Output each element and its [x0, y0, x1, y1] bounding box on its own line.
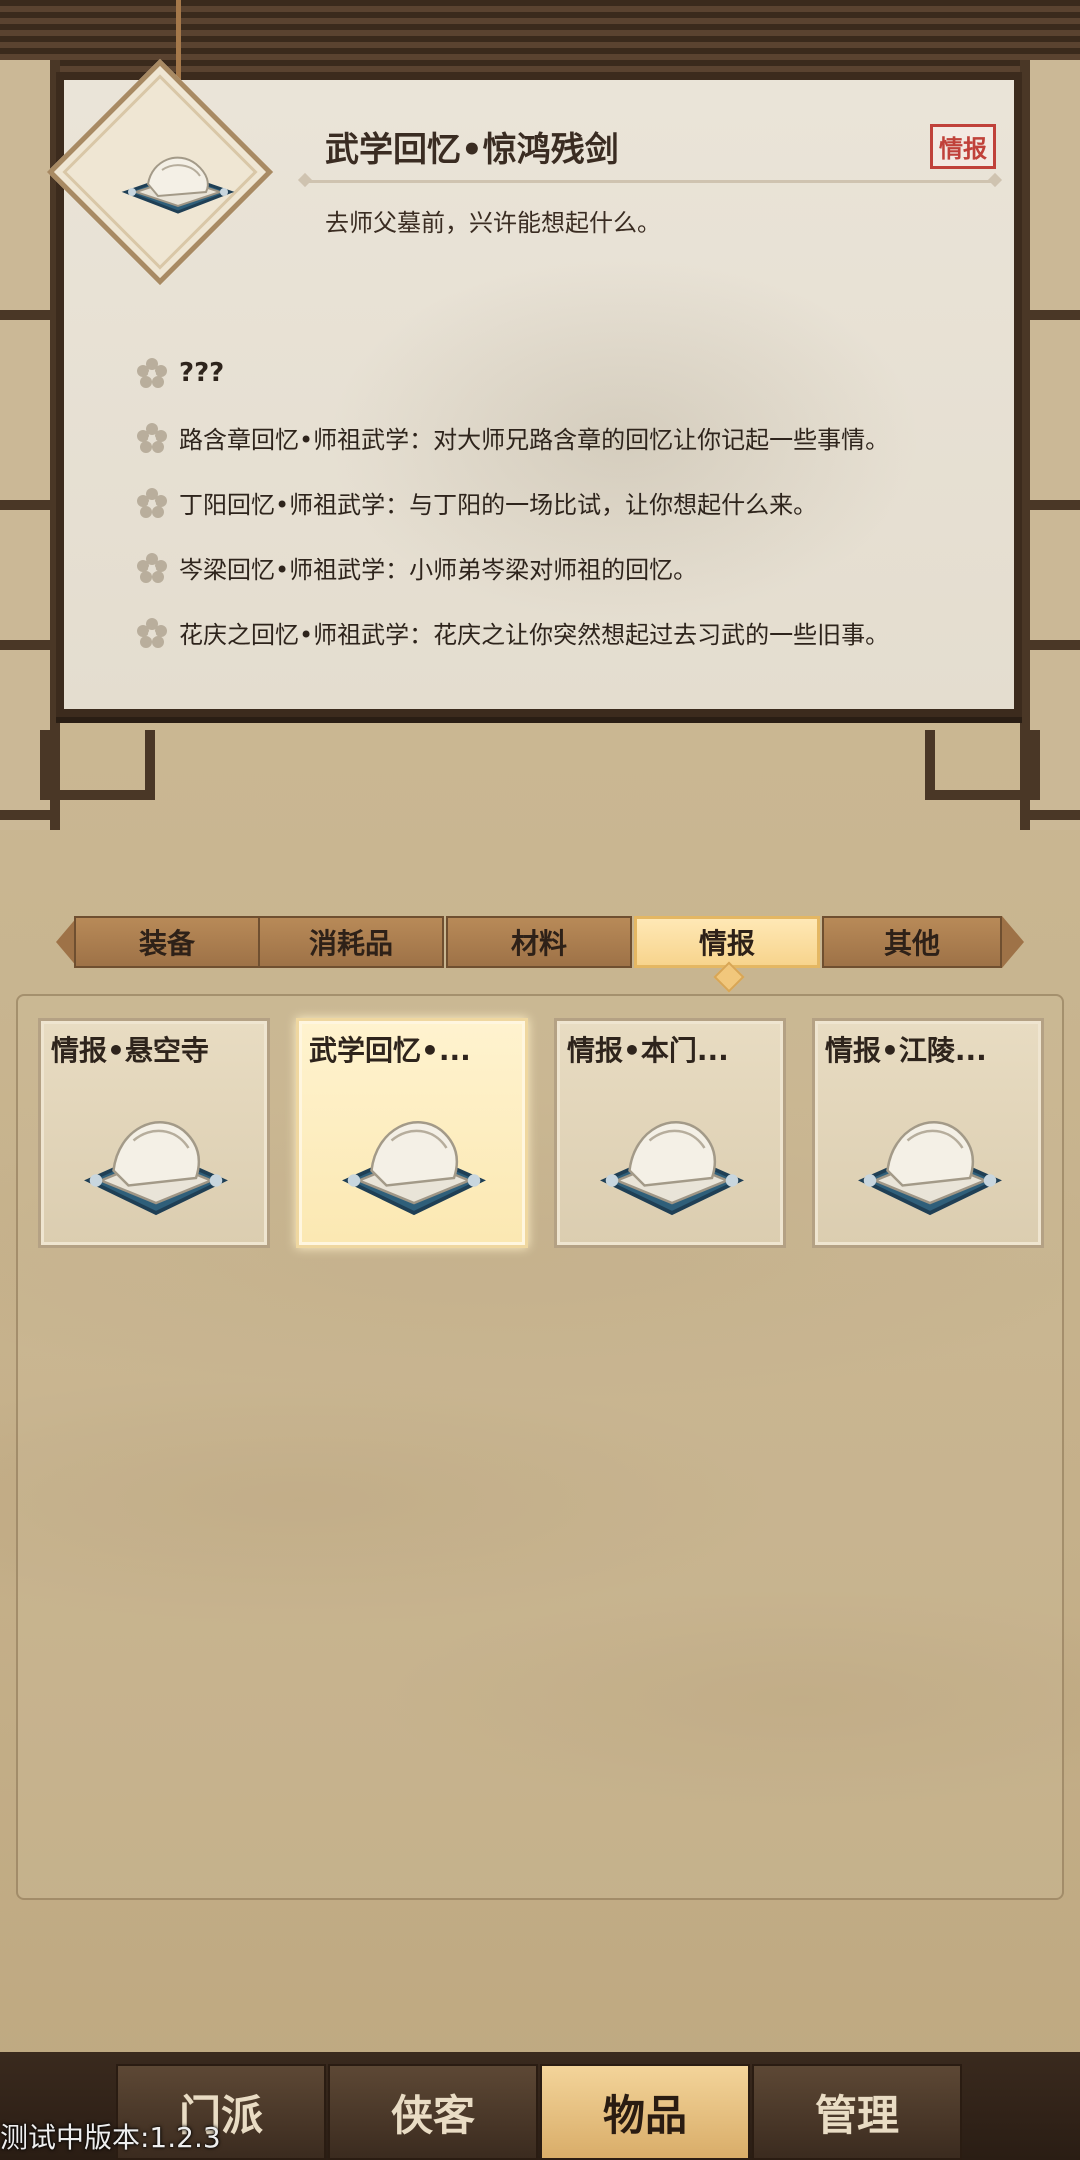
clue-item: 花庆之回忆•师祖武学：花庆之让你突然想起过去习武的一些旧事。	[135, 600, 995, 665]
clue-item: 丁阳回忆•师祖武学：与丁阳的一场比试，让你想起什么来。	[135, 470, 995, 535]
right-frame-foot	[925, 730, 1040, 800]
scroll-icon	[121, 156, 235, 214]
flower-bullet-icon	[135, 421, 169, 455]
tab-consumables[interactable]: 消耗品	[258, 916, 444, 968]
tab-intel[interactable]: 情报	[634, 916, 820, 968]
tab-equipment[interactable]: 装备	[74, 916, 260, 968]
inventory-slot[interactable]: 情报•悬空寺	[38, 1018, 270, 1248]
inventory-slot[interactable]: 情报•本门...	[554, 1018, 786, 1248]
tab-materials[interactable]: 材料	[446, 916, 632, 968]
slot-name: 情报•悬空寺	[51, 1034, 209, 1067]
flower-bullet-icon	[135, 356, 169, 390]
left-frame-foot	[40, 730, 155, 800]
inventory-slot[interactable]: 情报•江陵...	[812, 1018, 1044, 1248]
inventory-slot-selected[interactable]: 武学回忆•...	[296, 1018, 528, 1248]
version-label: 测试中版本:1.2.3	[0, 2121, 221, 2154]
title-divider	[305, 180, 995, 183]
slot-name: 情报•本门...	[567, 1034, 729, 1067]
clue-text: 岑梁回忆•师祖武学：小师弟岑梁对师祖的回忆。	[179, 556, 698, 584]
clue-text: 丁阳回忆•师祖武学：与丁阳的一场比试，让你想起什么来。	[179, 491, 818, 519]
clue-text: ???	[179, 357, 225, 388]
tab-other[interactable]: 其他	[822, 916, 1002, 968]
nav-manage[interactable]: 管理	[752, 2064, 962, 2160]
slot-name: 武学回忆•...	[309, 1034, 471, 1067]
flower-bullet-icon	[135, 551, 169, 585]
clue-item: ???	[135, 340, 995, 405]
flower-bullet-icon	[135, 616, 169, 650]
slot-name: 情报•江陵...	[825, 1034, 987, 1067]
nav-heroes[interactable]: 侠客	[328, 2064, 538, 2160]
flower-bullet-icon	[135, 486, 169, 520]
right-window-frame	[1020, 60, 1080, 830]
tabs-right-cap	[1002, 916, 1024, 968]
clue-text: 路含章回忆•师祖武学：对大师兄路含章的回忆让你记起一些事情。	[179, 426, 890, 454]
category-tag: 情报	[930, 124, 996, 169]
clue-list: ??? 路含章回忆•师祖武学：对大师兄路含章的回忆让你记起一些事情。 丁阳回忆•…	[135, 340, 995, 665]
scroll-icon	[858, 1121, 1002, 1216]
item-description: 去师父墓前，兴许能想起什么。	[325, 209, 661, 237]
scroll-icon	[342, 1121, 486, 1216]
clue-item: 岑梁回忆•师祖武学：小师弟岑梁对师祖的回忆。	[135, 535, 995, 600]
scroll-icon	[84, 1121, 228, 1216]
item-title: 武学回忆•惊鸿残剑	[325, 130, 619, 170]
clue-item: 路含章回忆•师祖武学：对大师兄路含章的回忆让你记起一些事情。	[135, 405, 995, 470]
scroll-icon	[600, 1121, 744, 1216]
nav-items[interactable]: 物品	[540, 2064, 750, 2160]
category-tabs: 装备 消耗品 材料 情报 其他	[56, 916, 1024, 968]
clue-text: 花庆之回忆•师祖武学：花庆之让你突然想起过去习武的一些旧事。	[179, 621, 890, 649]
